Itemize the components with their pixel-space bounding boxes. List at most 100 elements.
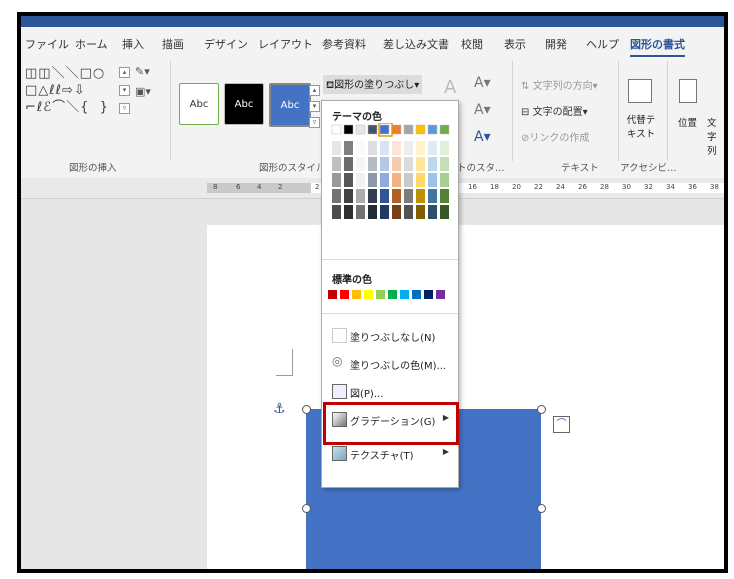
- theme-shade-swatch[interactable]: [368, 205, 377, 219]
- tab-layout[interactable]: レイアウト: [258, 36, 313, 52]
- theme-shade-swatch[interactable]: [368, 141, 377, 155]
- theme-shade-swatch[interactable]: [392, 189, 401, 203]
- standard-color-swatch[interactable]: [388, 290, 397, 299]
- standard-color-swatch[interactable]: [436, 290, 445, 299]
- theme-shade-swatch[interactable]: [428, 141, 437, 155]
- styles-more-icon[interactable]: ▿: [309, 117, 320, 128]
- standard-color-swatch[interactable]: [340, 290, 349, 299]
- theme-shade-swatch[interactable]: [440, 173, 449, 187]
- theme-color-swatch[interactable]: [379, 124, 390, 135]
- style-preset-1[interactable]: Abc: [179, 83, 219, 125]
- theme-shade-swatch[interactable]: [428, 205, 437, 219]
- theme-shade-swatch[interactable]: [404, 141, 413, 155]
- style-preset-3[interactable]: Abc: [269, 83, 311, 127]
- theme-shade-swatch[interactable]: [344, 173, 353, 187]
- theme-shade-swatch[interactable]: [416, 205, 425, 219]
- theme-shade-swatch[interactable]: [356, 189, 365, 203]
- theme-shade-swatch[interactable]: [440, 189, 449, 203]
- textbox-icon[interactable]: ▣▾: [135, 85, 151, 98]
- theme-color-swatch[interactable]: [355, 124, 366, 135]
- wordart-a-icon[interactable]: A: [444, 77, 456, 98]
- alt-text-button[interactable]: 代替テ キスト: [621, 112, 661, 140]
- theme-color-swatch[interactable]: [403, 124, 414, 135]
- theme-shade-swatch[interactable]: [392, 173, 401, 187]
- tab-design[interactable]: デザイン: [204, 36, 248, 52]
- text-effects-icon[interactable]: A▾: [474, 129, 491, 145]
- theme-shade-swatch[interactable]: [356, 173, 365, 187]
- shape-fill-button[interactable]: ⛾図形の塗りつぶし▾: [323, 75, 423, 94]
- theme-color-swatch[interactable]: [343, 124, 354, 135]
- theme-color-swatch[interactable]: [331, 124, 342, 135]
- tab-review[interactable]: 校閲: [461, 36, 483, 52]
- text-fill-icon[interactable]: A▾: [474, 75, 491, 91]
- layout-options-icon[interactable]: ⌒: [553, 416, 570, 433]
- tab-developer[interactable]: 開発: [545, 36, 567, 52]
- theme-shade-swatch[interactable]: [332, 173, 341, 187]
- theme-shade-swatch[interactable]: [344, 205, 353, 219]
- theme-shade-swatch[interactable]: [428, 173, 437, 187]
- theme-shade-swatch[interactable]: [380, 141, 389, 155]
- theme-shade-swatch[interactable]: [404, 173, 413, 187]
- theme-shade-swatch[interactable]: [332, 189, 341, 203]
- tab-view[interactable]: 表示: [504, 36, 526, 52]
- shapes-gallery[interactable]: ◫◫＼＼□○ □△ℓℓ⇨⇩ ⌐ℓℰ⌒＼{ }: [25, 65, 109, 116]
- theme-color-swatch[interactable]: [427, 124, 438, 135]
- resize-handle[interactable]: [537, 504, 546, 513]
- theme-shade-swatch[interactable]: [440, 157, 449, 171]
- more-shapes-icon[interactable]: ▿: [119, 103, 130, 114]
- resize-handle[interactable]: [302, 504, 311, 513]
- theme-shade-swatch[interactable]: [332, 205, 341, 219]
- theme-shade-swatch[interactable]: [416, 141, 425, 155]
- theme-shade-swatch[interactable]: [344, 141, 353, 155]
- edit-shape-icon[interactable]: ✎▾: [135, 65, 150, 78]
- theme-shade-swatch[interactable]: [392, 205, 401, 219]
- theme-shade-swatch[interactable]: [440, 141, 449, 155]
- tab-file[interactable]: ファイル: [25, 36, 69, 52]
- theme-shade-swatch[interactable]: [392, 141, 401, 155]
- tab-draw[interactable]: 描画: [162, 36, 184, 52]
- theme-shade-swatch[interactable]: [416, 189, 425, 203]
- style-preset-2[interactable]: Abc: [224, 83, 264, 125]
- styles-up-icon[interactable]: ▴: [309, 85, 320, 96]
- tab-insert[interactable]: 挿入: [122, 36, 144, 52]
- theme-shade-swatch[interactable]: [380, 173, 389, 187]
- tab-help[interactable]: ヘルプ: [586, 36, 619, 52]
- standard-color-swatch[interactable]: [328, 290, 337, 299]
- standard-color-swatch[interactable]: [412, 290, 421, 299]
- theme-shade-swatch[interactable]: [428, 157, 437, 171]
- standard-color-swatch[interactable]: [352, 290, 361, 299]
- theme-shade-swatch[interactable]: [332, 141, 341, 155]
- theme-shade-swatch[interactable]: [392, 157, 401, 171]
- theme-shade-swatch[interactable]: [368, 157, 377, 171]
- create-link-button[interactable]: ⊘リンクの作成: [521, 129, 589, 144]
- theme-shade-swatch[interactable]: [344, 189, 353, 203]
- theme-color-swatch[interactable]: [439, 124, 450, 135]
- no-fill-item[interactable]: 塗りつぶしなし(N): [322, 323, 458, 347]
- theme-shade-swatch[interactable]: [416, 173, 425, 187]
- theme-shade-swatch[interactable]: [356, 141, 365, 155]
- resize-handle[interactable]: [302, 405, 311, 414]
- tab-home[interactable]: ホーム: [75, 36, 108, 52]
- theme-shade-swatch[interactable]: [356, 157, 365, 171]
- theme-color-palette[interactable]: [322, 123, 458, 228]
- theme-shade-swatch[interactable]: [380, 205, 389, 219]
- position-button[interactable]: 位置: [678, 115, 697, 129]
- theme-shade-swatch[interactable]: [428, 189, 437, 203]
- more-fill-colors-item[interactable]: ◎ 塗りつぶしの色(M)...: [322, 351, 458, 375]
- standard-color-swatch[interactable]: [376, 290, 385, 299]
- picture-fill-item[interactable]: 図(P)...: [322, 379, 458, 403]
- wrap-text-button[interactable]: 文字 列: [707, 115, 724, 157]
- scroll-up-icon[interactable]: ▴: [119, 67, 130, 78]
- theme-color-swatch[interactable]: [367, 124, 378, 135]
- tab-mailings[interactable]: 差し込み文書: [383, 36, 449, 52]
- standard-color-swatch[interactable]: [424, 290, 433, 299]
- theme-shade-swatch[interactable]: [380, 157, 389, 171]
- scroll-down-icon[interactable]: ▾: [119, 85, 130, 96]
- theme-shade-swatch[interactable]: [344, 157, 353, 171]
- resize-handle[interactable]: [537, 405, 546, 414]
- theme-color-swatch[interactable]: [415, 124, 426, 135]
- tab-shape-format[interactable]: 図形の書式: [630, 36, 685, 57]
- theme-shade-swatch[interactable]: [404, 189, 413, 203]
- standard-color-swatch[interactable]: [364, 290, 373, 299]
- theme-shade-swatch[interactable]: [380, 189, 389, 203]
